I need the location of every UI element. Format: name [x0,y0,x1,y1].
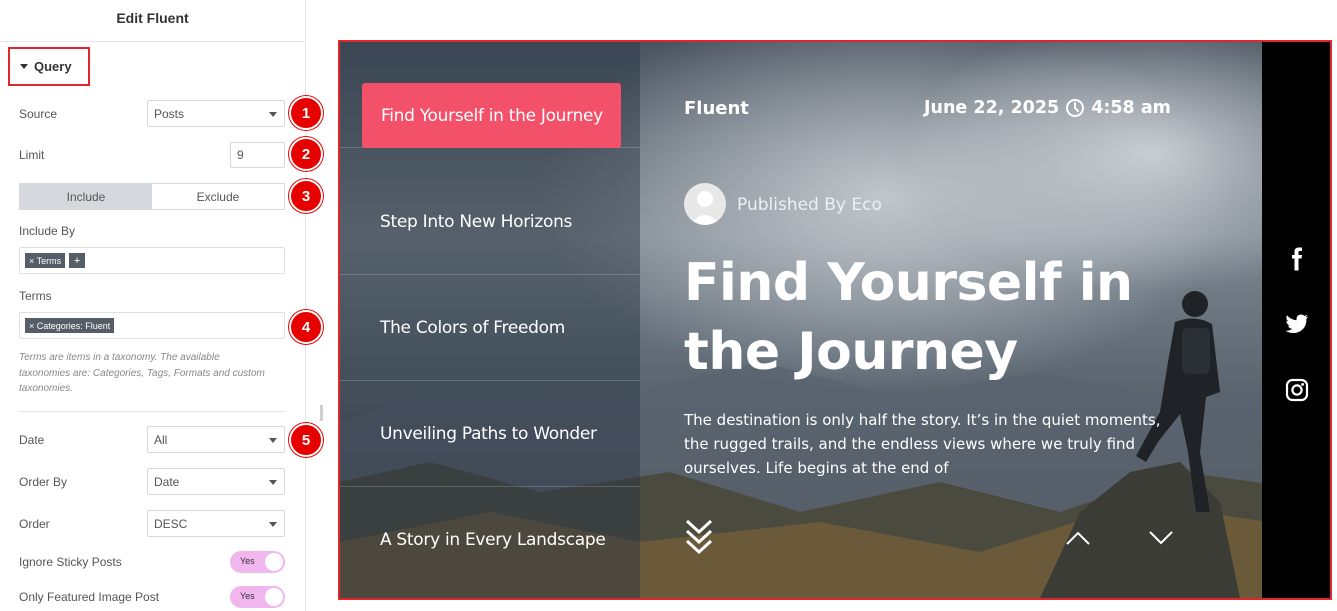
section-title: Query [34,59,72,74]
step-badge-4: 4 [289,310,323,344]
slider-preview: Find Yourself in the Journey Step Into N… [338,40,1332,600]
nav-item-colors-of-freedom[interactable]: The Colors of Freedom [340,275,640,381]
exclude-tab[interactable]: Exclude [152,184,284,209]
author-avatar [684,183,726,225]
include-by-label: Include By [19,224,76,238]
facebook-icon[interactable] [1285,247,1309,271]
brand-name: Fluent [684,98,749,119]
chevron-down-icon [269,112,277,117]
twitter-icon[interactable] [1285,312,1309,336]
editor-panel: Edit Fluent Query Source Posts Limit 9 I… [0,0,306,611]
panel-resize-handle[interactable] [320,405,323,421]
limit-input[interactable]: 9 [230,142,285,168]
order-by-label: Order By [19,475,68,489]
chevron-down-icon[interactable] [1148,530,1174,546]
category-tag[interactable]: × Categories: Fluent [25,318,115,333]
step-badge-2: 2 [289,137,323,171]
panel-title: Edit Fluent [0,0,305,42]
order-value: DESC [154,516,188,531]
chevron-up-icon[interactable] [1065,530,1091,546]
date-value: All [154,432,168,447]
step-badge-3: 3 [289,179,323,213]
instagram-icon[interactable] [1285,378,1309,402]
chevron-down-icon [269,438,277,443]
social-bar [1262,42,1330,598]
order-by-select[interactable]: Date [147,468,285,495]
add-tag-button[interactable]: + [69,253,86,268]
headline-line: Find Yourself in [684,253,1133,313]
source-value: Posts [154,106,185,121]
date-label: Date [19,433,45,447]
clock-icon [1066,99,1085,117]
headline-line: the Journey [684,322,1018,382]
step-badge-5: 5 [289,423,323,457]
author-line: Published By Eco [737,195,882,215]
post-date: June 22, 2025 4:58 am [924,98,1171,118]
switch-knob [265,588,283,606]
switch-knob [265,553,283,571]
include-tab[interactable]: Include [20,184,152,209]
time-text: 4:58 am [1091,98,1171,118]
post-excerpt: The destination is only half the story. … [684,411,1161,477]
query-section-toggle[interactable]: Query [8,47,90,86]
date-select[interactable]: All [147,426,285,453]
source-select[interactable]: Posts [147,100,285,127]
limit-label: Limit [19,148,45,162]
order-label: Order [19,517,50,531]
nav-item-every-landscape[interactable]: A Story in Every Landscape [340,487,640,593]
switch-label: Yes [240,556,255,566]
nav-item-new-horizons[interactable]: Step Into New Horizons [340,169,640,275]
limit-value: 9 [237,148,244,162]
include-exclude-toggle: Include Exclude [19,183,285,210]
terms-tag[interactable]: × Terms [25,253,66,268]
terms-field[interactable]: × Categories: Fluent [19,312,285,339]
step-badge-1: 1 [289,96,323,130]
ignore-sticky-switch[interactable]: Yes [230,551,285,573]
divider [19,411,285,412]
post-headline[interactable]: Find Yourself in the Journey [684,249,1144,387]
terms-label: Terms [19,289,52,303]
include-by-field[interactable]: × Terms + [19,247,285,274]
caret-down-icon [20,64,28,69]
featured-only-label: Only Featured Image Post [19,590,160,604]
source-label: Source [19,107,58,121]
nav-item-find-yourself[interactable]: Find Yourself in the Journey [362,83,621,148]
scroll-down-icon[interactable] [684,518,714,556]
terms-help-text: Terms are items in a taxonomy. The avail… [19,352,265,394]
chevron-down-icon [269,480,277,485]
chevron-down-icon [269,522,277,527]
switch-label: Yes [240,591,255,601]
nav-item-paths-to-wonder[interactable]: Unveiling Paths to Wonder [340,381,640,487]
ignore-sticky-label: Ignore Sticky Posts [19,555,122,569]
featured-only-switch[interactable]: Yes [230,586,285,608]
date-text: June 22, 2025 [924,98,1060,118]
user-icon [690,191,720,225]
post-navigation-list: Find Yourself in the Journey Step Into N… [340,42,640,598]
order-by-value: Date [154,474,180,489]
order-select[interactable]: DESC [147,510,285,537]
